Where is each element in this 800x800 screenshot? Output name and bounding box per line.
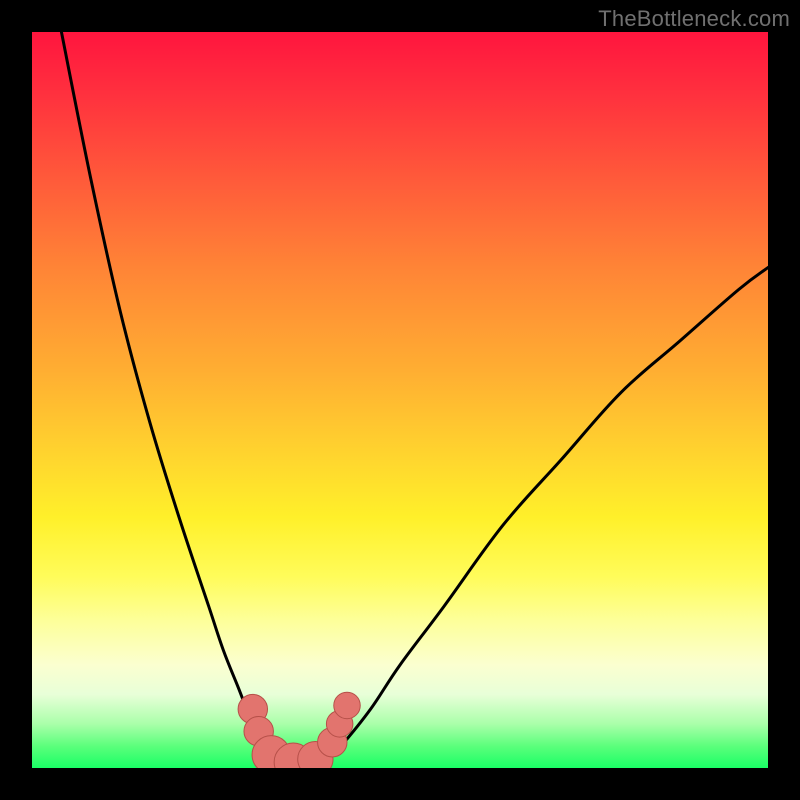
curve-right-branch xyxy=(326,268,768,761)
chart-curves xyxy=(61,32,768,765)
curve-left-branch xyxy=(61,32,274,761)
chart-frame: TheBottleneck.com xyxy=(0,0,800,800)
chart-svg-layer xyxy=(32,32,768,768)
chart-markers xyxy=(238,692,360,768)
marker-point-7 xyxy=(334,692,360,718)
watermark-text: TheBottleneck.com xyxy=(598,6,790,32)
